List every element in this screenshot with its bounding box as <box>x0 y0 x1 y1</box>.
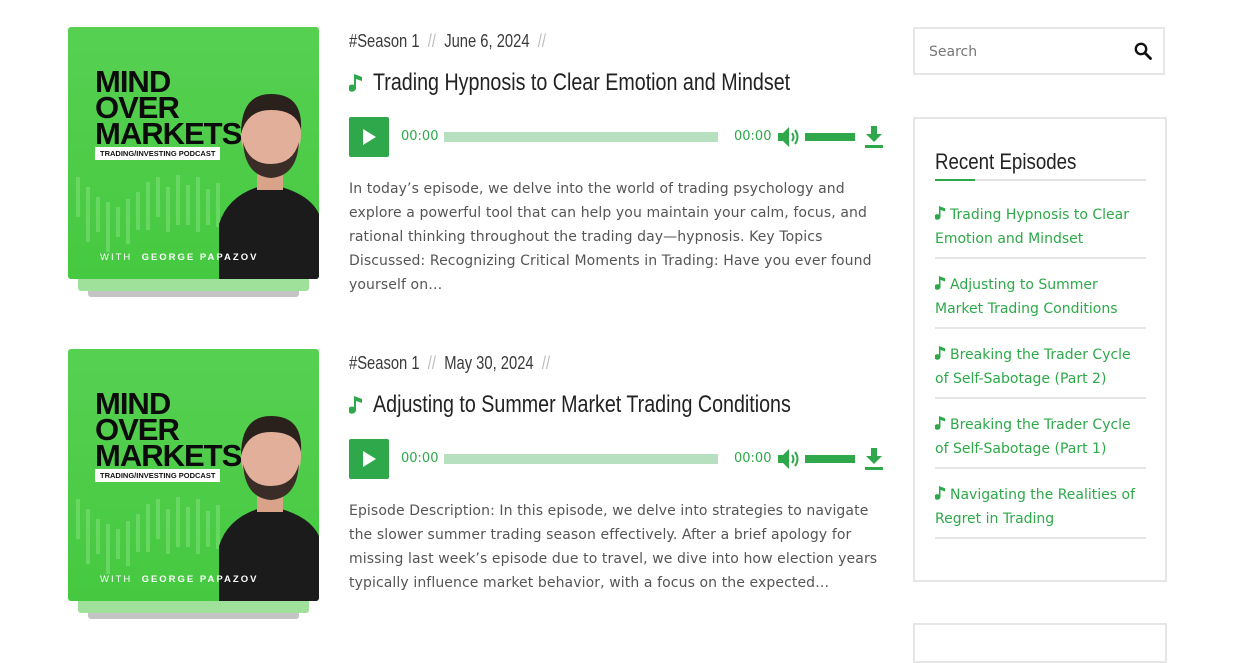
progress-bar[interactable] <box>444 454 718 464</box>
play-button[interactable] <box>349 439 389 479</box>
music-note-icon <box>935 346 946 360</box>
music-note-icon <box>935 486 946 500</box>
episode-title-text[interactable]: Trading Hypnosis to Clear Emotion and Mi… <box>373 69 790 97</box>
season-label[interactable]: #Season 1 <box>349 31 420 51</box>
title-accent <box>935 179 975 181</box>
cover-tagline: TRADING/INVESTING PODCAST <box>95 469 221 482</box>
volume-icon[interactable] <box>777 448 801 470</box>
recent-episode-link[interactable]: Trading Hypnosis to Clear Emotion and Mi… <box>935 189 1146 259</box>
duration: 00:00 <box>734 451 772 466</box>
episode-date: May 30, 2024 <box>444 353 534 373</box>
episode-date: June 6, 2024 <box>444 31 530 51</box>
music-note-icon <box>349 74 362 92</box>
cover-host: WITH GEORGE PAPAZOV <box>100 252 259 263</box>
download-icon[interactable] <box>865 448 883 470</box>
play-icon <box>363 451 376 467</box>
search-input[interactable] <box>929 41 1109 63</box>
current-time: 00:00 <box>401 129 439 144</box>
play-button[interactable] <box>349 117 389 157</box>
volume-slider[interactable] <box>805 455 855 463</box>
recent-episode-link[interactable]: Navigating the Realities of Regret in Tr… <box>935 469 1146 539</box>
recent-episode-link[interactable]: Breaking the Trader Cycle of Self-Sabota… <box>935 399 1146 469</box>
current-time: 00:00 <box>401 451 439 466</box>
episode-card: MIND OVER MARKETS TRADING/INVESTING PODC… <box>68 27 888 327</box>
download-icon[interactable] <box>865 126 883 148</box>
episode-meta: #Season 1//June 6, 2024// <box>349 31 546 51</box>
volume-slider[interactable] <box>805 133 855 141</box>
cover-tagline: TRADING/INVESTING PODCAST <box>95 147 221 160</box>
episode-card: MIND OVER MARKETS TRADING/INVESTING PODC… <box>68 349 888 649</box>
sidebar-widget <box>913 623 1167 663</box>
audio-player: 00:00 00:00 <box>349 117 884 157</box>
cover-host: WITH GEORGE PAPAZOV <box>100 574 259 585</box>
music-note-icon <box>349 396 362 414</box>
recent-episodes-list: Trading Hypnosis to Clear Emotion and Mi… <box>935 189 1146 539</box>
cover-art: MIND OVER MARKETS TRADING/INVESTING PODC… <box>68 349 319 601</box>
host-photo <box>219 416 319 601</box>
episode-cover[interactable]: MIND OVER MARKETS TRADING/INVESTING PODC… <box>68 349 319 621</box>
cover-art: MIND OVER MARKETS TRADING/INVESTING PODC… <box>68 27 319 279</box>
play-icon <box>363 129 376 145</box>
episode-title[interactable]: Adjusting to Summer Market Trading Condi… <box>349 391 883 419</box>
music-note-icon <box>935 276 946 290</box>
recent-episodes-widget: Recent Episodes Trading Hypnosis to Clea… <box>913 117 1167 582</box>
progress-bar[interactable] <box>444 132 718 142</box>
season-label[interactable]: #Season 1 <box>349 353 420 373</box>
recent-episode-link[interactable]: Breaking the Trader Cycle of Self-Sabota… <box>935 329 1146 399</box>
host-photo <box>219 94 319 279</box>
episode-cover[interactable]: MIND OVER MARKETS TRADING/INVESTING PODC… <box>68 27 319 299</box>
duration: 00:00 <box>734 129 772 144</box>
episode-description: In today’s episode, we delve into the wo… <box>349 181 872 293</box>
search-icon[interactable] <box>1134 42 1152 60</box>
recent-episode-link[interactable]: Adjusting to Summer Market Trading Condi… <box>935 259 1146 329</box>
search-box <box>913 27 1165 75</box>
widget-title: Recent Episodes <box>935 149 1077 174</box>
music-note-icon <box>935 416 946 430</box>
episode-description: Episode Description: In this episode, we… <box>349 503 878 591</box>
episode-meta: #Season 1//May 30, 2024// <box>349 353 551 373</box>
music-note-icon <box>935 206 946 220</box>
volume-icon[interactable] <box>777 126 801 148</box>
episode-title[interactable]: Trading Hypnosis to Clear Emotion and Mi… <box>349 69 882 97</box>
audio-player: 00:00 00:00 <box>349 439 884 479</box>
episode-title-text[interactable]: Adjusting to Summer Market Trading Condi… <box>373 391 791 419</box>
